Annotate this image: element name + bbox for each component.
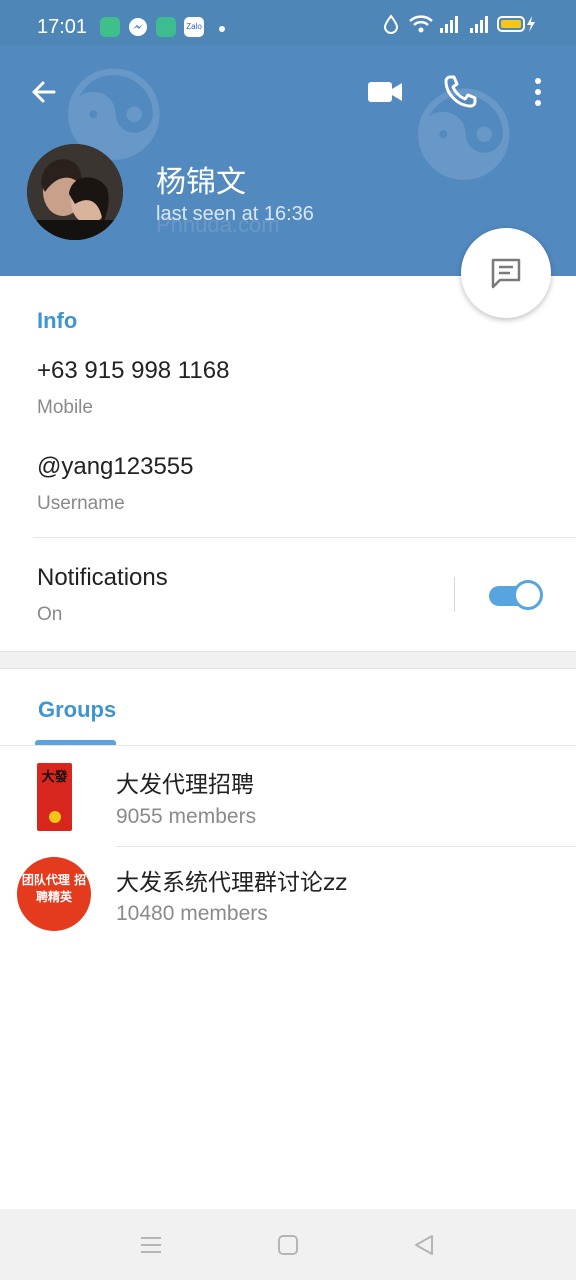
group-members: 9055 members [116,805,257,828]
group-item[interactable]: 团队代理 招聘精英 大发系统代理群讨论zz 10480 members [0,847,576,945]
app-icon [156,17,176,37]
username-value: @yang123555 [37,453,194,480]
more-options-icon[interactable] [518,72,558,112]
back-arrow-icon[interactable] [26,74,62,110]
status-bar: 17:01 Zalo [0,0,576,46]
group-name: 大发系统代理群讨论zz [116,870,348,896]
send-message-button[interactable] [461,228,551,318]
section-gap [0,651,576,669]
profile-avatar[interactable] [27,144,123,240]
group-members: 10480 members [116,902,268,925]
data-saver-icon [383,14,399,34]
groups-divider [0,745,576,746]
phone-number: +63 915 998 1168 [37,357,230,384]
group-avatar-text: 团队代理 招聘精英 [21,873,87,904]
messenger-app-icon [128,17,148,37]
last-seen-status: last seen at 16:36 [156,203,314,225]
notifications-label: Notifications [37,564,168,591]
notifications-toggle[interactable] [487,578,543,612]
status-time: 17:01 [37,16,88,38]
contact-name: 杨锦文 [156,165,246,200]
battery-icon [497,16,535,32]
home-icon[interactable] [274,1231,302,1259]
group-avatar-text: 大發 [41,770,68,785]
lantern-icon [49,811,61,823]
group-avatar: 大發 [37,763,72,831]
phone-label: Mobile [37,397,93,418]
system-nav-bar [0,1209,576,1280]
back-nav-icon[interactable] [410,1231,438,1259]
recent-apps-icon[interactable] [137,1231,165,1259]
signal-icon-1 [440,16,458,33]
username-label: Username [37,493,125,514]
group-name: 大发代理招聘 [116,772,254,798]
toggle-separator [454,577,455,612]
notes-app-icon [100,17,120,37]
groups-tab[interactable]: Groups [38,697,116,723]
more-notifications-dot [219,26,225,32]
wifi-icon [409,15,433,33]
message-icon [491,258,521,289]
signal-icon-2 [470,16,488,33]
phone-call-icon[interactable] [440,72,480,112]
group-item[interactable]: 大發 大发代理招聘 9055 members [0,748,576,846]
video-call-icon[interactable] [365,72,405,112]
group-avatar: 团队代理 招聘精英 [17,857,91,931]
info-section-title: Info [37,308,78,333]
zalo-app-icon: Zalo [184,17,204,37]
notifications-state: On [37,604,63,625]
toggle-knob [513,580,543,610]
info-divider [33,537,576,538]
